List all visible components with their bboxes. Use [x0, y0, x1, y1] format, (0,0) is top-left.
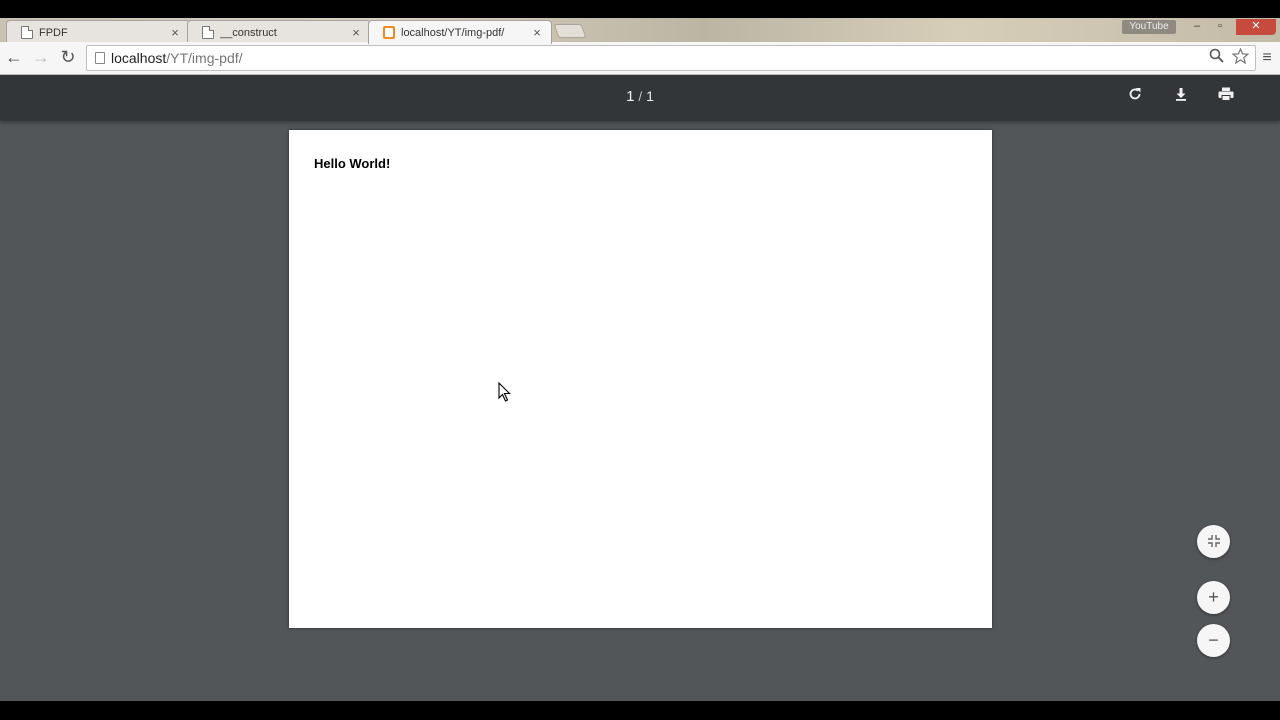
close-icon[interactable]: × — [348, 25, 364, 40]
maximize-button[interactable]: ▫ — [1209, 19, 1231, 35]
current-page-input[interactable]: 1 — [626, 88, 634, 105]
print-icon[interactable] — [1214, 86, 1238, 110]
close-icon[interactable]: × — [167, 25, 183, 40]
tab-img-pdf[interactable]: localhost/YT/img-pdf/ × — [368, 20, 552, 44]
fit-to-page-button[interactable] — [1197, 525, 1230, 558]
pdf-viewer: 1/1 Hello World! + − — [0, 75, 1280, 701]
tab-title: __construct — [220, 26, 277, 39]
page-separator: / — [638, 89, 643, 104]
tab-fpdf[interactable]: FPDF × — [6, 20, 190, 44]
profile-badge[interactable]: YouTube — [1122, 20, 1176, 34]
url-path: /YT/img-pdf/ — [166, 50, 243, 66]
tab-title: FPDF — [39, 26, 68, 39]
minimize-button[interactable]: – — [1186, 19, 1208, 35]
page-indicator: 1/1 — [600, 88, 680, 105]
document-icon — [21, 26, 33, 39]
document-icon — [202, 26, 214, 39]
forward-button[interactable]: → — [30, 47, 52, 69]
close-icon[interactable]: × — [529, 25, 545, 40]
reload-button[interactable]: ↻ — [57, 47, 79, 69]
rotate-icon[interactable] — [1123, 86, 1147, 110]
pdf-icon — [383, 26, 395, 39]
page-icon — [95, 52, 105, 64]
browser-toolbar: ← → ↻ localhost/YT/img-pdf/ ≡ — [0, 42, 1280, 75]
address-bar[interactable]: localhost/YT/img-pdf/ — [86, 45, 1256, 71]
close-window-button[interactable]: ✕ — [1236, 19, 1276, 35]
pdf-page: Hello World! — [289, 130, 992, 628]
letterbox-bottom — [0, 701, 1280, 720]
bookmark-star-icon[interactable] — [1231, 47, 1250, 68]
zoom-out-button[interactable]: − — [1197, 624, 1230, 657]
tab-strip: FPDF × __construct × localhost/YT/img-pd… — [0, 18, 1280, 44]
fit-page-icon — [1207, 532, 1221, 552]
download-icon[interactable] — [1169, 86, 1193, 110]
menu-icon[interactable]: ≡ — [1258, 49, 1276, 67]
new-tab-button[interactable] — [553, 24, 587, 38]
mouse-cursor-icon — [498, 381, 512, 402]
total-pages: 1 — [646, 88, 654, 104]
back-button[interactable]: ← — [3, 47, 25, 69]
url-host: localhost — [111, 50, 167, 66]
pdf-toolbar: 1/1 — [0, 75, 1280, 121]
zoom-icon[interactable] — [1209, 48, 1224, 68]
zoom-in-button[interactable]: + — [1197, 581, 1230, 614]
tab-title: localhost/YT/img-pdf/ — [401, 26, 505, 39]
pdf-page-text: Hello World! — [314, 156, 391, 171]
letterbox-top — [0, 0, 1280, 18]
tab-construct[interactable]: __construct × — [187, 20, 371, 44]
